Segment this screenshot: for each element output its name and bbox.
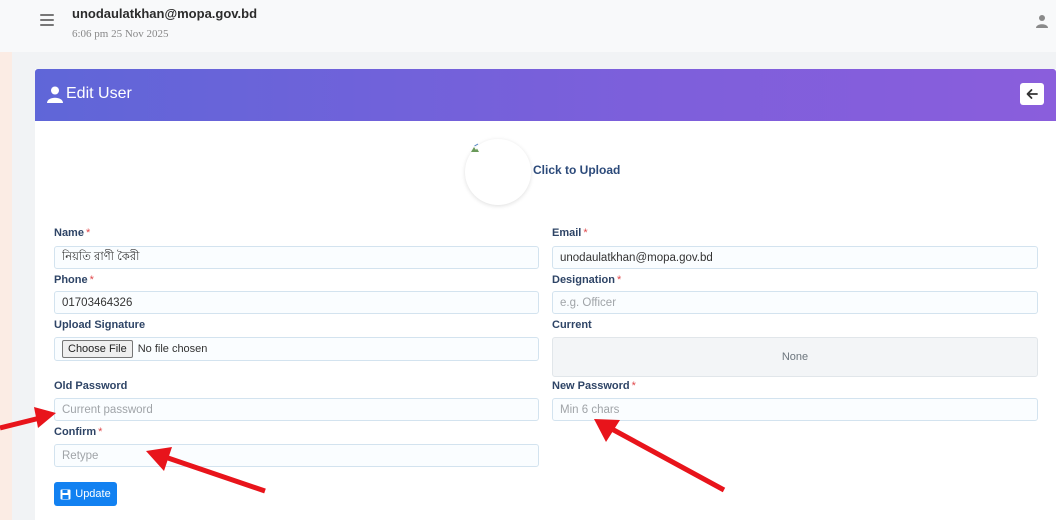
user-icon[interactable] xyxy=(1036,14,1048,28)
page-title: Edit User xyxy=(66,85,132,102)
designation-input[interactable] xyxy=(552,291,1038,314)
arrow-left-icon xyxy=(1026,89,1038,99)
update-button-label: Update xyxy=(75,488,111,500)
click-to-upload-label[interactable]: Click to Upload xyxy=(533,163,620,177)
back-button[interactable] xyxy=(1020,83,1044,105)
broken-image-icon xyxy=(471,143,479,152)
save-icon xyxy=(60,489,71,499)
logged-in-email: unodaulatkhan@mopa.gov.bd xyxy=(72,6,258,21)
current-signature-label: Current xyxy=(552,319,592,331)
current-signature-preview: None xyxy=(552,337,1038,377)
new-password-input[interactable] xyxy=(552,398,1038,421)
email-input[interactable] xyxy=(552,246,1038,269)
email-label: Email * xyxy=(552,227,588,239)
name-input[interactable] xyxy=(54,246,539,269)
file-status-text: No file chosen xyxy=(137,343,208,355)
signature-file-input[interactable]: Choose File No file chosen xyxy=(54,337,539,361)
hamburger-icon[interactable] xyxy=(40,14,54,26)
confirm-password-label: Confirm * xyxy=(54,426,103,438)
old-password-label: Old Password xyxy=(54,380,128,392)
name-label: Name * xyxy=(54,227,91,239)
phone-input[interactable] xyxy=(54,291,539,314)
new-password-label: New Password * xyxy=(552,380,636,392)
card-header: Edit User xyxy=(35,69,1056,121)
current-datetime: 6:06 pm 25 Nov 2025 xyxy=(72,28,169,40)
phone-label: Phone * xyxy=(54,274,94,286)
choose-file-button[interactable]: Choose File xyxy=(62,340,133,358)
upload-signature-label: Upload Signature xyxy=(54,319,146,331)
sidebar-edge xyxy=(0,52,12,520)
profile-photo-upload[interactable] xyxy=(465,139,531,205)
user-icon xyxy=(47,86,63,103)
edit-user-card: Edit User Click to Upload Name* Email* P… xyxy=(35,69,1056,520)
top-bar: unodaulatkhan@mopa.gov.bd 6:06 pm 25 Nov… xyxy=(0,0,1056,52)
old-password-input[interactable] xyxy=(54,398,539,421)
confirm-password-input[interactable] xyxy=(54,444,539,467)
designation-label: Designation * xyxy=(552,274,622,286)
update-button[interactable]: Update xyxy=(54,482,117,506)
